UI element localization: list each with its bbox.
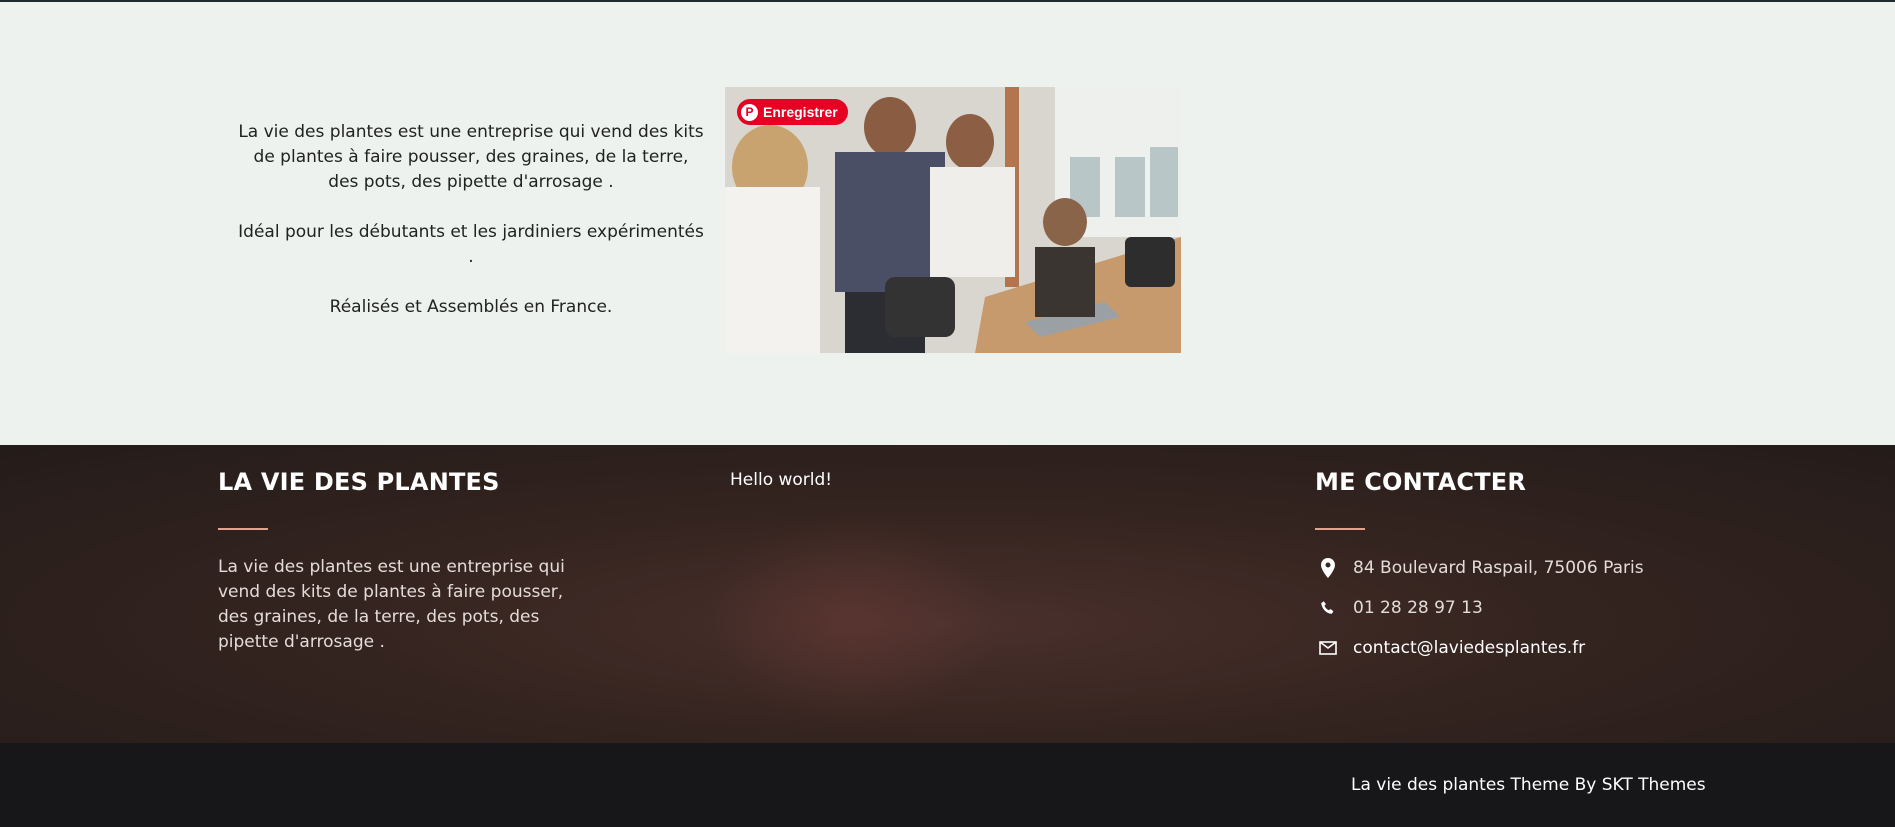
about-paragraph-3: Réalisés et Assemblés en France. xyxy=(329,297,613,317)
map-pin-icon xyxy=(1315,558,1341,578)
footer-title-underline xyxy=(218,528,268,530)
footer-description: La vie des plantes est une entreprise qu… xyxy=(218,557,565,652)
contact-address: 84 Boulevard Raspail, 75006 Paris xyxy=(1315,558,1644,578)
contact-address-text: 84 Boulevard Raspail, 75006 Paris xyxy=(1353,558,1644,578)
contact-phone: 01 28 28 97 13 xyxy=(1315,598,1483,618)
about-paragraph-1: La vie des plantes est une entreprise qu… xyxy=(238,122,704,192)
footer-background-image xyxy=(700,515,1000,725)
pinterest-icon: P xyxy=(741,103,758,121)
team-photo xyxy=(725,87,1181,353)
envelope-icon xyxy=(1315,641,1341,655)
footer-contact-underline xyxy=(1315,528,1365,530)
copyright-bar: La vie des plantes Theme By SKT Themes xyxy=(0,743,1895,827)
team-photo-illustration xyxy=(725,87,1181,353)
contact-email-link[interactable]: contact@laviedesplantes.fr xyxy=(1353,638,1585,658)
footer-post-link[interactable]: Hello world! xyxy=(730,470,832,490)
phone-icon xyxy=(1315,600,1341,616)
about-paragraph-2: Idéal pour les débutants et les jardinie… xyxy=(238,222,704,267)
footer-title-contact: ME CONTACTER xyxy=(1315,468,1527,496)
pinterest-save-label: Enregistrer xyxy=(763,104,838,120)
contact-phone-text: 01 28 28 97 13 xyxy=(1353,598,1483,618)
footer-title-brand: LA VIE DES PLANTES xyxy=(218,468,500,496)
about-section: La vie des plantes est une entreprise qu… xyxy=(0,2,1895,445)
theme-credit[interactable]: La vie des plantes Theme By SKT Themes xyxy=(1351,775,1706,795)
pinterest-save-button[interactable]: P Enregistrer xyxy=(737,99,848,125)
contact-email: contact@laviedesplantes.fr xyxy=(1315,638,1585,658)
about-text: La vie des plantes est une entreprise qu… xyxy=(236,120,706,345)
footer: LA VIE DES PLANTES La vie des plantes es… xyxy=(0,445,1895,743)
